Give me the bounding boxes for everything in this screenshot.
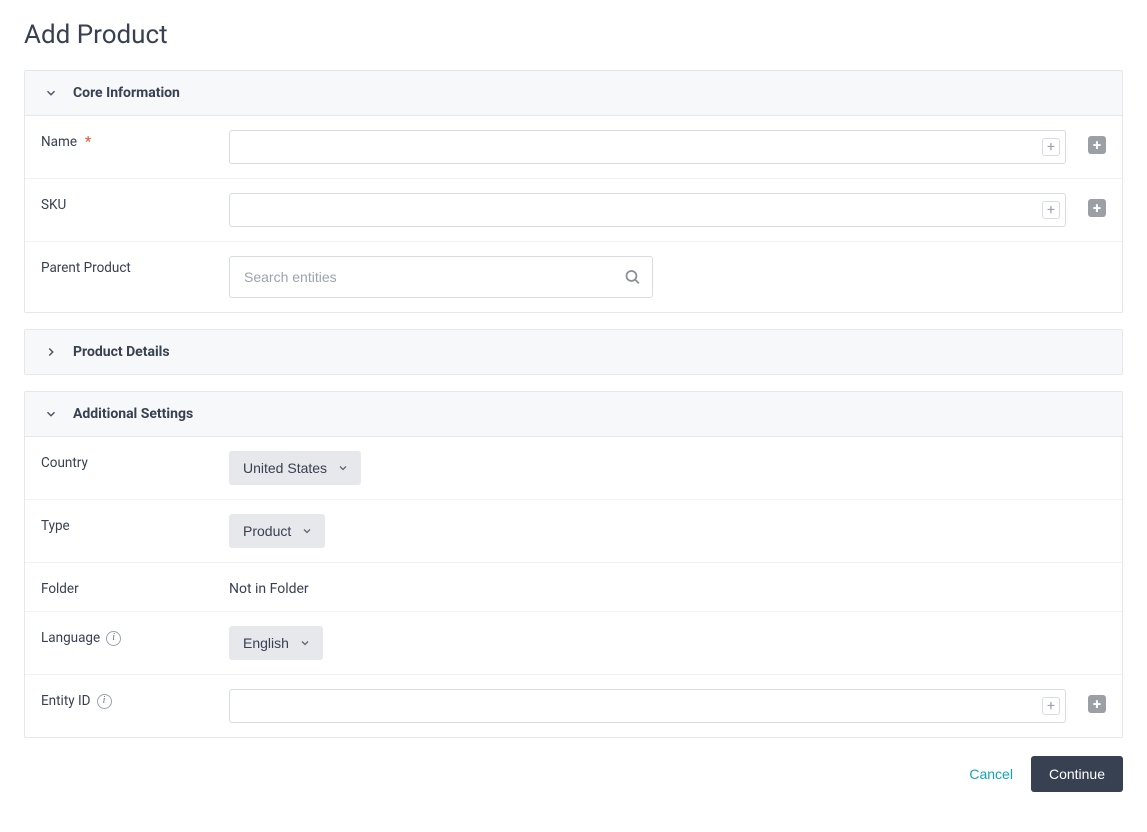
chevron-down-icon: [337, 462, 349, 474]
chevron-right-icon: [41, 342, 61, 362]
cancel-button[interactable]: Cancel: [969, 766, 1013, 782]
additional-settings-header[interactable]: Additional Settings: [25, 392, 1122, 437]
parent-product-row: Parent Product: [25, 241, 1122, 312]
type-select[interactable]: Product: [229, 514, 325, 548]
entity-id-row: Entity ID i + +: [25, 674, 1122, 737]
sku-input[interactable]: [229, 193, 1066, 227]
plus-icon[interactable]: +: [1042, 201, 1060, 219]
sku-label: SKU: [41, 193, 229, 213]
entity-id-input[interactable]: [229, 689, 1066, 723]
info-icon[interactable]: i: [97, 694, 112, 709]
product-details-title: Product Details: [73, 344, 170, 360]
additional-settings-title: Additional Settings: [73, 406, 193, 422]
chevron-down-icon: [41, 83, 61, 103]
sku-row: SKU + +: [25, 178, 1122, 241]
required-indicator: *: [85, 134, 91, 150]
name-label: Name*: [41, 130, 229, 150]
entity-id-label: Entity ID i: [41, 689, 229, 709]
country-row: Country United States: [25, 437, 1122, 499]
footer-actions: Cancel Continue: [24, 756, 1123, 792]
type-value: Product: [243, 523, 291, 539]
language-select[interactable]: English: [229, 626, 323, 660]
additional-settings-panel: Additional Settings Country United State…: [24, 391, 1123, 738]
product-details-header[interactable]: Product Details: [25, 330, 1122, 374]
core-information-panel: Core Information Name* + +: [24, 70, 1123, 313]
plus-icon[interactable]: +: [1042, 138, 1060, 156]
chevron-down-icon: [41, 404, 61, 424]
chevron-down-icon: [301, 525, 313, 537]
page-title: Add Product: [24, 20, 1123, 50]
parent-product-label: Parent Product: [41, 256, 229, 276]
parent-product-search-input[interactable]: [229, 256, 653, 298]
folder-label: Folder: [41, 577, 229, 597]
country-select[interactable]: United States: [229, 451, 361, 485]
core-info-header[interactable]: Core Information: [25, 71, 1122, 116]
type-label: Type: [41, 514, 229, 534]
language-value: English: [243, 635, 289, 651]
folder-value: Not in Folder: [229, 577, 309, 597]
language-label: Language i: [41, 626, 229, 646]
name-input[interactable]: [229, 130, 1066, 164]
add-variant-button[interactable]: +: [1088, 695, 1106, 713]
core-info-title: Core Information: [73, 85, 180, 101]
country-label: Country: [41, 451, 229, 471]
chevron-down-icon: [299, 637, 311, 649]
language-row: Language i English: [25, 611, 1122, 674]
type-row: Type Product: [25, 499, 1122, 562]
product-details-panel: Product Details: [24, 329, 1123, 375]
name-row: Name* + +: [25, 116, 1122, 178]
info-icon[interactable]: i: [106, 631, 121, 646]
country-value: United States: [243, 460, 327, 476]
plus-icon[interactable]: +: [1042, 697, 1060, 715]
add-variant-button[interactable]: +: [1088, 199, 1106, 217]
continue-button[interactable]: Continue: [1031, 756, 1123, 792]
add-variant-button[interactable]: +: [1088, 136, 1106, 154]
folder-row: Folder Not in Folder: [25, 562, 1122, 611]
